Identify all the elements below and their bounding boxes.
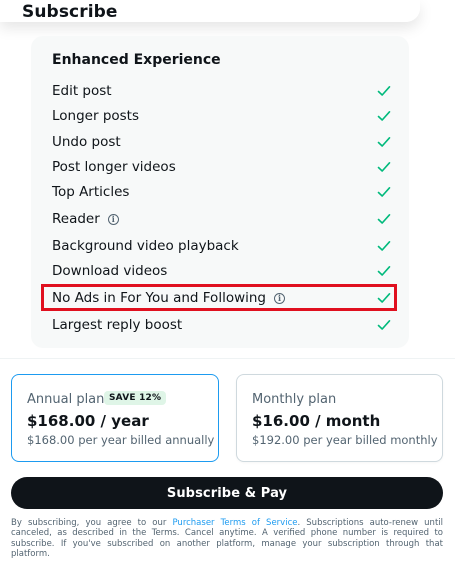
plan-billing-note: $192.00 per year billed monthly [252, 433, 438, 447]
feature-label: Reader [52, 211, 100, 227]
feature-label: Edit post [52, 83, 112, 99]
feature-item-post-longer-videos: Post longer videos [52, 155, 392, 179]
plan-name: Annual plan [27, 392, 105, 407]
feature-item-edit-post: Edit post [52, 79, 392, 103]
info-icon[interactable]: i [107, 213, 119, 225]
check-icon [377, 137, 391, 147]
plan-name: Monthly plan [252, 392, 337, 407]
monthly-plan-card[interactable]: Monthly plan $16.00 / month $192.00 per … [236, 374, 443, 462]
subscribe-pay-button[interactable]: Subscribe & Pay [11, 477, 443, 509]
check-icon [377, 214, 391, 224]
plan-price: $16.00 / month [252, 412, 381, 430]
plan-billing-note: $168.00 per year billed annually [27, 433, 215, 447]
feature-label: Top Articles [52, 184, 130, 200]
check-icon [377, 86, 391, 96]
highlight-annotation-box [41, 284, 397, 311]
check-icon [377, 111, 391, 121]
feature-item-download-videos: Download videos [52, 259, 392, 283]
check-icon [377, 266, 391, 276]
feature-label: Largest reply boost [52, 317, 183, 333]
check-icon [377, 162, 391, 172]
feature-item-undo-post: Undo post [52, 130, 392, 154]
feature-item-largest-reply-boost: Largest reply boost [52, 313, 392, 337]
feature-label: Download videos [52, 263, 168, 279]
features-title: Enhanced Experience [52, 52, 221, 68]
check-icon [377, 241, 391, 251]
purchaser-terms-link[interactable]: Purchaser Terms of Service [172, 518, 297, 528]
legal-prefix: By subscribing, you agree to our [11, 518, 173, 528]
feature-label: Post longer videos [52, 159, 176, 175]
feature-label: Background video playback [52, 238, 239, 254]
feature-item-top-articles: Top Articles [52, 180, 392, 204]
feature-item-background-video-playback: Background video playback [52, 234, 392, 258]
section-divider [0, 358, 455, 359]
feature-item-longer-posts: Longer posts [52, 104, 392, 128]
page-title: Subscribe [22, 2, 118, 22]
check-icon [377, 320, 391, 330]
check-icon [377, 187, 391, 197]
save-badge: SAVE 12% [104, 391, 167, 405]
feature-item-reader: Reader i [52, 207, 392, 231]
annual-plan-card[interactable]: Annual plan SAVE 12% $168.00 / year $168… [11, 374, 219, 462]
legal-disclaimer: By subscribing, you agree to our Purchas… [11, 518, 443, 559]
feature-label: Longer posts [52, 108, 140, 124]
feature-label: Undo post [52, 134, 121, 150]
plan-price: $168.00 / year [27, 412, 149, 430]
